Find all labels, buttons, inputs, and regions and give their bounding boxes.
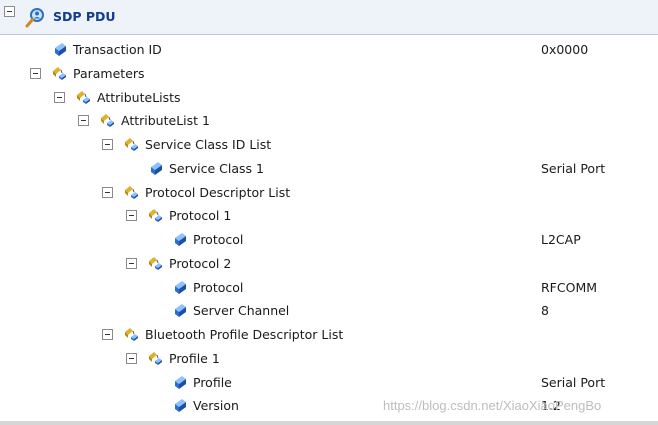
sdp-pdu-header: SDP PDU xyxy=(0,0,658,35)
tree-row-value: Serial Port xyxy=(541,160,606,176)
tree-row-label: AttributeLists xyxy=(97,89,181,105)
tree-row[interactable]: Transaction ID 0x0000 xyxy=(0,38,658,62)
field-node-icon xyxy=(172,397,188,413)
tree-row-label: Profile 1 xyxy=(169,350,220,366)
tree-row-label: Parameters xyxy=(73,65,145,81)
tree-row[interactable]: AttributeLists xyxy=(0,86,658,110)
group-node-icon xyxy=(124,326,140,342)
collapse-toggle-icon[interactable] xyxy=(30,67,41,79)
collapse-toggle-icon[interactable] xyxy=(102,139,113,150)
group-node-icon xyxy=(124,136,140,152)
tree-row-label: Protocol Descriptor List xyxy=(145,184,291,200)
field-node-icon xyxy=(172,231,188,247)
tree-row-label: Protocol xyxy=(193,279,244,295)
tree-row-label: Server Channel xyxy=(193,303,290,319)
tree-row-label: Protocol 1 xyxy=(169,208,232,224)
tree-row[interactable]: Service Class 1 Serial Port xyxy=(0,157,658,181)
tree-row-label: Profile xyxy=(193,374,232,390)
group-node-icon xyxy=(148,207,164,223)
tree-row-value: 8 xyxy=(541,303,549,319)
field-node-icon xyxy=(148,160,164,176)
tree-row-label: Transaction ID xyxy=(73,42,162,57)
page-title: SDP PDU xyxy=(53,9,116,24)
field-node-icon xyxy=(52,41,68,57)
group-node-icon xyxy=(76,89,92,105)
group-node-icon xyxy=(124,184,140,200)
tree-row[interactable]: Protocol L2CAP xyxy=(0,228,658,252)
collapse-toggle-icon[interactable] xyxy=(78,115,89,127)
tree-row-value: Serial Port xyxy=(541,374,606,390)
collapse-toggle-icon[interactable] xyxy=(54,91,65,103)
field-node-icon xyxy=(172,302,188,318)
tree-row[interactable]: Protocol 1 xyxy=(0,204,658,228)
group-node-icon xyxy=(148,255,164,271)
collapse-toggle-icon[interactable] xyxy=(126,210,137,222)
collapse-toggle-icon[interactable] xyxy=(102,186,113,198)
tree-row-label: Protocol xyxy=(193,232,244,247)
tree-row[interactable]: Parameters xyxy=(0,62,658,86)
field-node-icon xyxy=(172,279,188,295)
field-node-icon xyxy=(172,374,188,390)
tree-row[interactable]: Protocol 2 xyxy=(0,252,658,276)
tree-row[interactable]: Protocol RFCOMM xyxy=(0,276,658,300)
tree-row[interactable]: Protocol Descriptor List xyxy=(0,181,658,205)
watermark-text: https://blog.csdn.net/XiaoXiaoPengBo xyxy=(383,398,602,413)
tree-row[interactable]: Bluetooth Profile Descriptor List xyxy=(0,323,658,347)
tree-row-value: 0x0000 xyxy=(541,42,589,57)
tree-row[interactable]: AttributeList 1 xyxy=(0,109,658,133)
collapse-toggle-icon[interactable] xyxy=(102,329,113,340)
collapse-toggle-icon[interactable] xyxy=(126,257,137,269)
tree-row-label: Version xyxy=(193,398,239,414)
tree-row-label: AttributeList 1 xyxy=(121,113,210,129)
horizontal-scrollbar[interactable] xyxy=(0,421,658,425)
tree-row[interactable]: Profile 1 xyxy=(0,347,658,371)
group-node-icon xyxy=(100,112,116,128)
tree-row-value: RFCOMM xyxy=(541,279,598,295)
collapse-toggle-icon[interactable] xyxy=(126,352,137,364)
tree-row-label: Service Class 1 xyxy=(169,160,264,176)
tree-row-label: Bluetooth Profile Descriptor List xyxy=(145,327,344,342)
tree-row-label: Service Class ID List xyxy=(145,137,272,152)
tree-row[interactable]: Profile Serial Port xyxy=(0,371,658,395)
tree-row[interactable]: Server Channel 8 xyxy=(0,299,658,323)
group-node-icon xyxy=(52,65,68,81)
magnifier-person-icon xyxy=(25,8,44,28)
collapse-toggle-icon[interactable] xyxy=(4,6,15,17)
tree-row-label: Protocol 2 xyxy=(169,255,232,271)
tree-row-value: L2CAP xyxy=(541,232,581,247)
group-node-icon xyxy=(148,350,164,366)
tree-row[interactable]: Service Class ID List xyxy=(0,133,658,157)
